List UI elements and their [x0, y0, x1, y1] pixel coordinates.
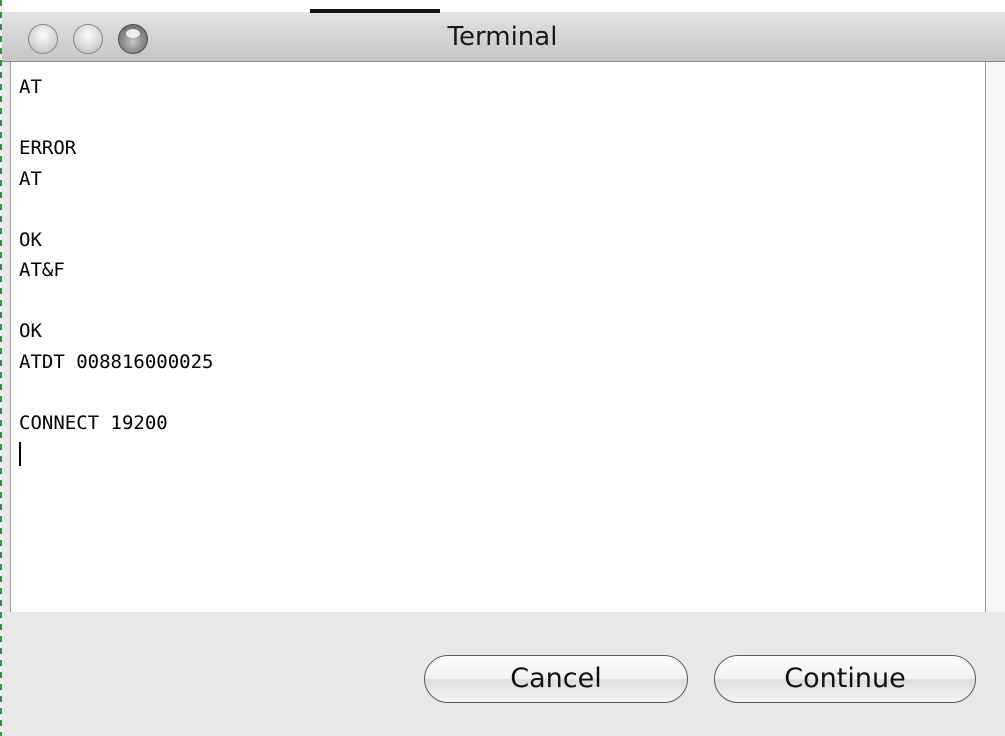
terminal-line: AT	[19, 167, 42, 190]
terminal-line: AT&F	[19, 259, 65, 281]
terminal-lines: AT ERROR AT OK AT&F OK ATDT 008816000025…	[19, 72, 213, 469]
window-left-edge	[0, 0, 2, 736]
top-edge	[0, 0, 1005, 13]
continue-button[interactable]: Continue	[714, 655, 976, 703]
scroll-rail	[986, 62, 1005, 612]
window-title: Terminal	[447, 22, 558, 52]
terminal-line: AT	[19, 76, 42, 98]
cursor-line	[19, 438, 213, 469]
terminal-line: OK	[19, 228, 42, 251]
terminal-line: ERROR	[19, 137, 77, 159]
cancel-button[interactable]: Cancel	[424, 655, 688, 703]
top-edge-mark	[310, 9, 440, 13]
terminal-dialog-window: Terminal AT ERROR AT OK AT&F OK ATDT 008…	[0, 0, 1005, 736]
text-cursor	[19, 441, 21, 466]
terminal-line: ATDT 008816000025	[19, 350, 214, 373]
terminal-output-area[interactable]: AT ERROR AT OK AT&F OK ATDT 008816000025…	[10, 62, 986, 612]
terminal-line: OK	[19, 320, 42, 342]
terminal-line: CONNECT 19200	[19, 411, 168, 434]
title-bar[interactable]: Terminal	[0, 0, 1005, 62]
